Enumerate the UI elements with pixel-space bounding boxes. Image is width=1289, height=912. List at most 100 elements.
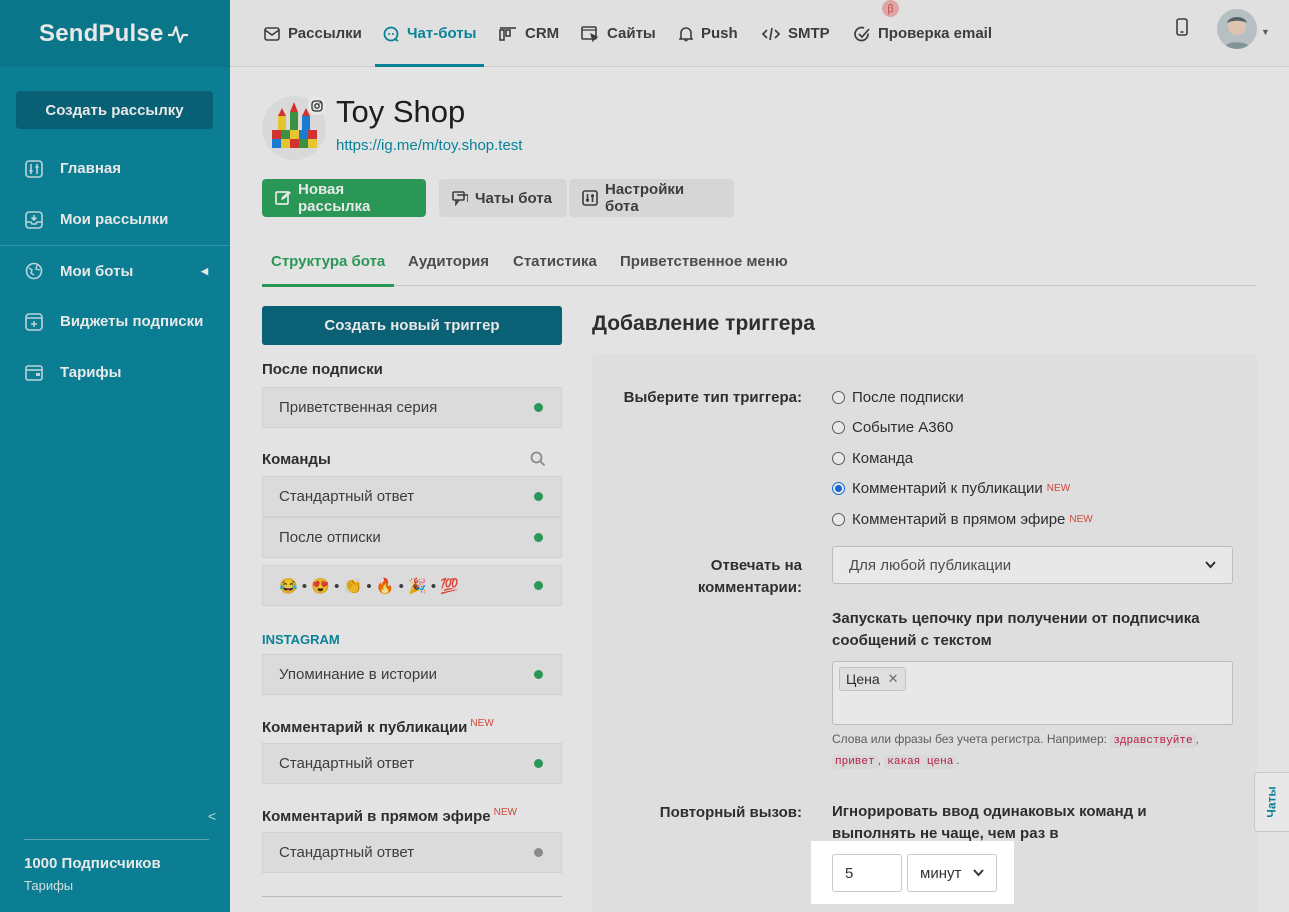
- sidebar-item-bots[interactable]: Мои боты ◀: [0, 245, 230, 296]
- chain-trigger-text: Запускать цепочку при получении от подпи…: [832, 610, 1200, 649]
- button-label: Чаты бота: [475, 189, 552, 207]
- chevron-down-icon: [973, 869, 984, 877]
- interval-unit-select[interactable]: минут: [907, 854, 997, 892]
- pricing-link[interactable]: Тарифы: [24, 878, 209, 893]
- globe-icon: [25, 262, 43, 280]
- mail-icon: [264, 26, 280, 41]
- sidebar-item-label: Тарифы: [60, 364, 122, 381]
- tab-bot-structure[interactable]: Структура бота: [261, 237, 395, 287]
- trigger-item-welcome-series[interactable]: Приветственная серия: [262, 387, 562, 428]
- avatar[interactable]: [1217, 9, 1257, 49]
- chevron-down-icon[interactable]: ▼: [1261, 27, 1270, 37]
- reply-comments-label: Отвечать на комментарии:: [610, 555, 802, 599]
- sidebar-item-campaigns[interactable]: Мои рассылки: [0, 194, 230, 245]
- chats-side-tab[interactable]: Чаты: [1254, 772, 1289, 832]
- hint-text: Слова или фразы без учета регистра. Напр…: [832, 732, 1107, 746]
- widget-icon: [25, 312, 43, 331]
- publication-select[interactable]: Для любой публикации: [832, 546, 1233, 584]
- hint-word: привет: [832, 755, 878, 769]
- sidebar-item-pricing[interactable]: Тарифы: [0, 347, 230, 398]
- bell-icon: [679, 26, 693, 42]
- keywords-input[interactable]: Цена ✕: [832, 661, 1233, 725]
- hint-word: какая цена: [884, 755, 957, 769]
- bot-link[interactable]: https://ig.me/m/toy.shop.test: [336, 137, 522, 154]
- trigger-item-emoji[interactable]: 😂 • 😍 • 👏 • 🔥 • 🎉 • 💯: [262, 565, 562, 606]
- radio-command[interactable]: Команда: [832, 450, 913, 467]
- sidebar-nav: Главная Мои рассылки Мои боты ◀ Виджеты …: [0, 143, 230, 398]
- topnav-item-crm[interactable]: CRM: [499, 0, 559, 67]
- subscribers-count: 1000 Подписчиков: [24, 855, 161, 872]
- check-icon: [854, 26, 870, 42]
- remove-tag-icon[interactable]: ✕: [888, 671, 899, 687]
- create-trigger-button[interactable]: Создать новый триггер: [262, 306, 562, 345]
- bot-name: Toy Shop: [336, 94, 466, 129]
- sliders-icon: [25, 159, 43, 178]
- sliders-icon: [582, 190, 598, 206]
- search-icon[interactable]: [530, 451, 546, 472]
- edit-icon: [275, 190, 291, 206]
- group-after-subscribe: После подписки: [262, 361, 383, 378]
- trigger-item-story-mention[interactable]: Упоминание в истории: [262, 654, 562, 695]
- keywords-hint: Слова или фразы без учета регистра. Напр…: [832, 732, 1199, 769]
- topnav-item-push[interactable]: Push: [679, 0, 738, 67]
- trigger-item-standard-reply[interactable]: Стандартный ответ: [262, 476, 562, 517]
- chats-icon: [452, 190, 468, 206]
- create-campaign-button[interactable]: Создать рассылку: [16, 91, 213, 129]
- trigger-label: Стандартный ответ: [279, 844, 415, 861]
- tab-statistics[interactable]: Статистика: [513, 237, 597, 286]
- trigger-label: Стандартный ответ: [279, 755, 415, 772]
- repeat-call-text: Игнорировать ввод одинаковых команд и вы…: [832, 803, 1147, 842]
- topnav-item-smtp[interactable]: SMTP: [762, 0, 830, 67]
- trigger-item-post-standard-reply[interactable]: Стандартный ответ: [262, 743, 562, 784]
- radio-post-comment[interactable]: Комментарий к публикации NEW: [832, 480, 1070, 497]
- select-value: Для любой публикации: [849, 556, 1012, 574]
- mobile-icon[interactable]: [1176, 18, 1188, 41]
- radio-label: После подписки: [852, 389, 964, 406]
- group-label: Комментарий к публикации: [262, 719, 468, 736]
- topnav-item-email-check[interactable]: Проверка email: [854, 0, 992, 67]
- logo[interactable]: SendPulse: [0, 0, 230, 67]
- radio-live-comment[interactable]: Комментарий в прямом эфире NEW: [832, 511, 1093, 528]
- collapse-sidebar-icon[interactable]: <: [208, 808, 216, 824]
- chevron-left-icon: ◀: [201, 265, 208, 276]
- sidebar-item-widgets[interactable]: Виджеты подписки: [0, 296, 230, 347]
- trigger-item-live-standard-reply[interactable]: Стандартный ответ: [262, 832, 562, 873]
- chevron-down-icon: [1205, 561, 1216, 569]
- sidebar-item-label: Виджеты подписки: [60, 313, 204, 330]
- trigger-item-after-unsubscribe[interactable]: После отписки: [262, 517, 562, 558]
- status-dot: [534, 492, 543, 501]
- new-badge: NEW: [1046, 483, 1071, 494]
- bot-tabs: Структура бота Аудитория Статистика Прив…: [261, 237, 1256, 287]
- main-content: Toy Shop https://ig.me/m/toy.shop.test Н…: [230, 67, 1289, 912]
- trigger-label: 😂 • 😍 • 👏 • 🔥 • 🎉 • 💯: [279, 577, 459, 595]
- new-mailing-button[interactable]: Новая рассылка: [262, 179, 426, 217]
- topnav-label: Проверка email: [878, 25, 993, 42]
- radio-after-subscribe[interactable]: После подписки: [832, 389, 964, 406]
- repeat-call-label: Повторный вызов:: [659, 804, 802, 821]
- sidebar-item-home[interactable]: Главная: [0, 143, 230, 194]
- topnav-item-chatbots[interactable]: Чат-боты: [374, 0, 485, 67]
- status-dot: [534, 759, 543, 768]
- topnav-label: CRM: [525, 25, 560, 42]
- bot-chats-button[interactable]: Чаты бота: [439, 179, 567, 217]
- instagram-icon: [308, 97, 326, 115]
- interval-value-input[interactable]: [832, 854, 902, 892]
- topnav-label: Push: [701, 25, 738, 42]
- select-value: минут: [920, 864, 962, 882]
- keyword-tag: Цена ✕: [839, 667, 906, 691]
- group-live-comment: Комментарий в прямом эфире NEW: [262, 807, 517, 825]
- bot-settings-button[interactable]: Настройки бота: [569, 179, 734, 217]
- tab-welcome-menu[interactable]: Приветственное меню: [620, 237, 788, 286]
- trigger-type-label: Выберите тип триггера:: [623, 389, 802, 406]
- radio-label: Комментарий в прямом эфире: [852, 511, 1066, 528]
- topnav-item-mailings[interactable]: Рассылки: [264, 0, 362, 67]
- status-dot: [534, 581, 543, 590]
- topnav-label: Чат-боты: [407, 25, 477, 42]
- radio-circle-selected: [832, 482, 845, 495]
- group-instagram: INSTAGRAM: [262, 632, 340, 647]
- top-nav: Рассылки Чат-боты CRM Сайты β Push SMTP …: [230, 0, 1289, 67]
- wallet-icon: [25, 364, 43, 382]
- radio-a360-event[interactable]: Событие А360: [832, 419, 953, 436]
- tab-audience[interactable]: Аудитория: [408, 237, 489, 286]
- topnav-item-sites[interactable]: Сайты: [581, 0, 656, 67]
